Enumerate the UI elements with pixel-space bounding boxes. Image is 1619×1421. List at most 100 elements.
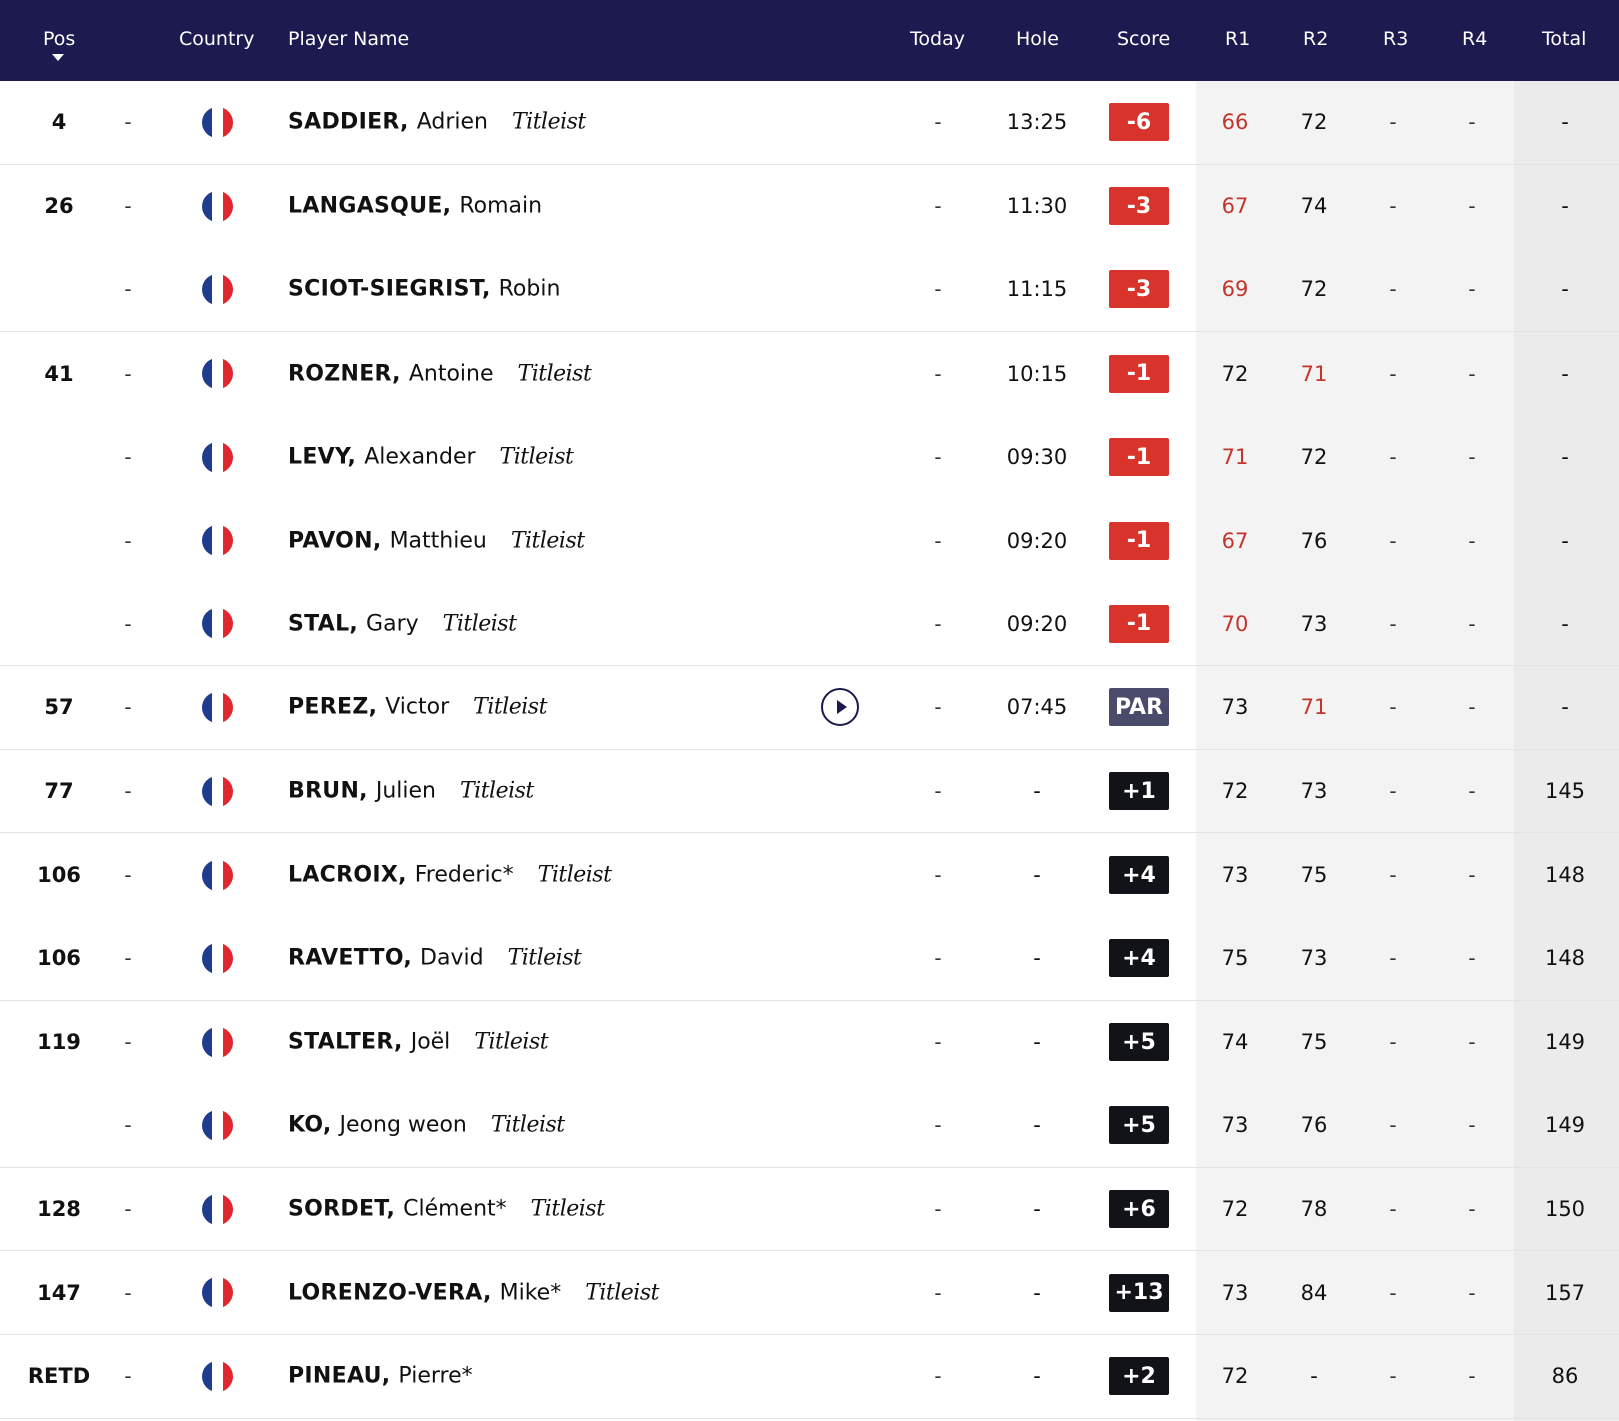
today-value: - [934,361,942,386]
player-name[interactable]: PAVON, Matthieu Titleist [288,528,585,553]
score-badge: +13 [1109,1273,1169,1312]
r3-score: - [1389,445,1397,470]
leaderboard-row[interactable]: 106 - RAVETTO, David Titleist - - +4 75 73 - - 148 [0,917,1619,1001]
today-value: - [934,110,942,135]
position: 77 [44,779,74,804]
leaderboard-row[interactable]: 41 - ROZNER, Antoine Titleist - 10:15 -1 72 71 - - - [0,332,1619,416]
france-flag-icon [202,942,233,974]
position: 4 [51,110,67,135]
leaderboard-row[interactable]: - SCIOT-SIEGRIST, Robin - 11:15 -3 69 72 - - - [0,248,1619,332]
player-name[interactable]: RAVETTO, David Titleist [288,945,582,971]
total-score: 149 [1544,1030,1586,1055]
sort-down-icon[interactable] [52,54,64,61]
movement-indicator: - [124,779,132,804]
player-last-name: ROZNER, [288,361,401,387]
r3-score: - [1389,611,1397,636]
player-last-name: PAVON, [288,528,382,554]
r4-score: - [1468,611,1476,636]
hole-value: - [1033,779,1041,804]
player-name[interactable]: LORENZO-VERA, Mike* Titleist [288,1280,659,1305]
player-name[interactable]: LACROIX, Frederic* Titleist [288,863,612,888]
position: 57 [44,695,74,720]
score-badge: -1 [1109,438,1169,477]
r3-score: - [1389,863,1397,888]
r3-score: - [1389,110,1397,135]
r1-score: 72 [1221,361,1249,386]
leaderboard-row[interactable]: 106 - LACROIX, Frederic* Titleist - - +4 73 75 - - 1… [0,833,1619,917]
hole-value: 11:15 [1006,277,1068,302]
france-flag-icon [202,273,233,305]
player-name[interactable]: LEVY, Alexander Titleist [288,444,574,470]
leaderboard-rows: 4- SADDIER, Adrien Titleist -13:25 -6 66 72- - -2… [0,81,1619,1419]
r1-score: 75 [1221,946,1249,971]
r2-score: 71 [1300,695,1328,720]
leaderboard-row[interactable]: - PAVON, Matthieu Titleist - 09:20 -1 67 76 - - - [0,499,1619,583]
leaderboard-row[interactable]: 119 - STALTER, Joël Titleist - - +5 74 75 - - 149 [0,1001,1619,1085]
france-flag-icon [202,1277,233,1309]
movement-indicator: - [124,695,132,720]
leaderboard-row[interactable]: RETD - PINEAU, Pierre* - - +2 72 - - - 86 [0,1335,1619,1419]
player-name[interactable]: PINEAU, Pierre* [288,1364,473,1389]
movement-indicator: - [124,611,132,636]
france-flag-icon [202,190,233,222]
leaderboard-row[interactable]: - LEVY, Alexander Titleist - 09:30 -1 71 72 - - - [0,415,1619,499]
player-name[interactable]: SCIOT-SIEGRIST, Robin [288,277,560,302]
player-name[interactable]: STALTER, Joël Titleist [288,1030,549,1055]
leaderboard-header: Pos Country Player Name Today Hole Score… [0,0,1619,81]
r2-score: 73 [1300,946,1328,971]
leaderboard-row[interactable]: 128 - SORDET, Clément* Titleist - - +6 72 78 - - 150 [0,1168,1619,1252]
hole-value: 07:45 [1006,695,1068,720]
score-badge: +1 [1109,772,1169,811]
player-first-name: Adrien [416,109,488,135]
today-value: - [934,445,942,470]
titleist-logo: Titleist [507,945,582,971]
movement-indicator: - [124,445,132,470]
leaderboard-row[interactable]: 147 - LORENZO-VERA, Mike* Titleist - - +13 73 84 -… [0,1251,1619,1335]
france-flag-icon [202,358,233,390]
leaderboard-row[interactable]: 26 - LANGASQUE, Romain - 11:30 -3 67 74 - - - [0,165,1619,249]
player-first-name: Gary [366,611,419,637]
r2-score: 78 [1300,1197,1328,1222]
player-last-name: LANGASQUE, [288,193,452,219]
play-video-icon[interactable] [821,688,859,727]
hole-value: 10:15 [1006,361,1068,386]
leaderboard-row[interactable]: - STAL, Gary Titleist - 09:20 -1 70 73 - - - [0,583,1619,667]
r4-score: - [1468,361,1476,386]
france-flag-icon [202,1109,233,1141]
player-name[interactable]: SADDIER, Adrien Titleist [288,110,586,135]
total-score: - [1561,277,1569,302]
hole-value: - [1033,1197,1041,1222]
r3-column-header: R3 [1383,28,1409,50]
r2-score: - [1310,1364,1318,1389]
r1-score: 74 [1221,1030,1249,1055]
player-name[interactable]: STAL, Gary Titleist [288,611,517,637]
leaderboard-row[interactable]: - KO, Jeong weon Titleist - - +5 73 76 - - 149 [0,1084,1619,1168]
total-score: 145 [1544,779,1586,804]
movement-indicator: - [124,277,132,302]
titleist-logo: Titleist [442,611,517,637]
leaderboard-row[interactable]: 4 - SADDIER, Adrien Titleist - 13:25 -6 66 72 - - - [0,81,1619,165]
leaderboard-row[interactable]: 57 - PEREZ, Victor Titleist - 07:45 PAR 73 71 - - - [0,666,1619,750]
pos-column-header[interactable]: Pos [43,28,75,50]
player-name[interactable]: PEREZ, Victor Titleist [288,695,547,720]
position: RETD [27,1364,91,1389]
player-name[interactable]: BRUN, Julien Titleist [288,779,534,804]
player-first-name: David [420,945,484,971]
player-name[interactable]: SORDET, Clément* Titleist [288,1197,605,1222]
r2-score: 75 [1300,1030,1328,1055]
movement-indicator: - [124,863,132,888]
position: 128 [37,1197,81,1222]
player-name[interactable]: KO, Jeong weon Titleist [288,1113,565,1138]
r1-score: 71 [1221,445,1249,470]
r4-score: - [1468,445,1476,470]
leaderboard-row[interactable]: 77 - BRUN, Julien Titleist - - +1 72 73 - - 145 [0,750,1619,834]
country-column-header: Country [179,28,255,50]
player-last-name: LORENZO-VERA, [288,1280,492,1306]
player-name[interactable]: LANGASQUE, Romain [288,194,542,219]
titleist-logo: Titleist [499,444,574,470]
score-badge: +4 [1109,939,1169,978]
r1-score: 72 [1221,1197,1249,1222]
r2-score: 84 [1300,1280,1328,1305]
player-name[interactable]: ROZNER, Antoine Titleist [288,361,592,387]
total-score: - [1561,695,1569,720]
